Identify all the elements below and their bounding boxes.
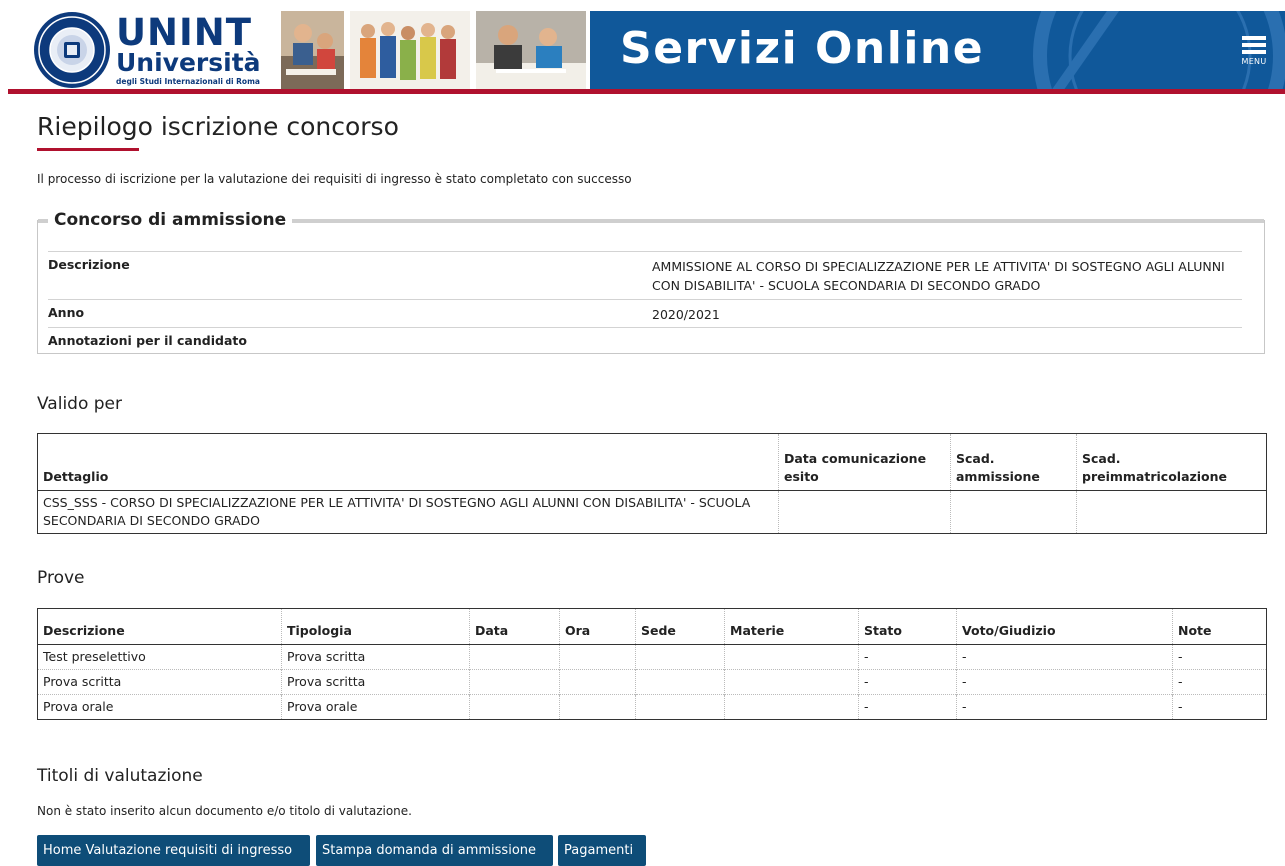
table-cell: Prova orale (37, 694, 282, 720)
title-underline (37, 148, 139, 151)
home-valutazione-button[interactable]: Home Valutazione requisiti di ingresso (37, 835, 310, 866)
table-cell: - (1172, 694, 1267, 720)
students-photo-3 (476, 11, 586, 89)
students-photo-2 (350, 11, 470, 89)
table-cell (724, 694, 859, 720)
table-cell: - (956, 669, 1173, 695)
table-cell (1076, 490, 1267, 534)
table-cell (724, 644, 859, 670)
detail-row-anno: Anno 2020/2021 (48, 299, 1242, 328)
table-row: Prova scritta Prova scritta - - - (37, 669, 1267, 695)
detail-value: AMMISSIONE AL CORSO DI SPECIALIZZAZIONE … (652, 259, 1225, 293)
table-cell: - (1172, 644, 1267, 670)
table-cell: Prova scritta (281, 644, 470, 670)
table-row: Test preselettivo Prova scritta - - - (37, 644, 1267, 670)
stampa-domanda-button[interactable]: Stampa domanda di ammissione (316, 835, 553, 866)
column-header: Materie (724, 608, 859, 645)
table-cell (559, 669, 636, 695)
detail-label: Anno (48, 305, 85, 320)
table-cell (724, 669, 859, 695)
prove-table: Descrizione Tipologia Data Ora Sede Mate… (37, 608, 1267, 720)
column-header: Ora (559, 608, 636, 645)
column-header: Data comunicazione esito (778, 433, 951, 491)
detail-label: Annotazioni per il candidato (48, 333, 247, 348)
empty-titoli-message: Non è stato inserito alcun documento e/o… (37, 804, 412, 818)
table-cell: - (956, 694, 1173, 720)
table-cell: - (858, 669, 957, 695)
column-header: Dettaglio (37, 433, 779, 491)
table-cell: - (956, 644, 1173, 670)
banner-title: Servizi Online (620, 23, 985, 74)
table-cell (635, 694, 725, 720)
table-cell: CSS_SSS - CORSO DI SPECIALIZZAZIONE PER … (37, 490, 779, 534)
table-cell: Prova orale (281, 694, 470, 720)
brand-subtitle: Università (116, 48, 261, 77)
valido-per-table: Dettaglio Data comunicazione esito Scad.… (37, 433, 1267, 534)
table-cell: Prova scritta (281, 669, 470, 695)
page-title: Riepilogo iscrizione concorso (37, 112, 399, 141)
table-cell (635, 669, 725, 695)
table-cell: - (858, 644, 957, 670)
table-cell (559, 694, 636, 720)
column-header: Scad. ammissione (950, 433, 1077, 491)
unint-logo[interactable]: UNINT Università degli Studi Internazion… (33, 11, 273, 89)
section-title-prove: Prove (37, 568, 85, 588)
table-row: Prova orale Prova orale - - - (37, 694, 1267, 720)
header-accent-line (8, 89, 1285, 94)
table-row: CSS_SSS - CORSO DI SPECIALIZZAZIONE PER … (37, 490, 1267, 534)
concorso-fieldset: Concorso di ammissione Descrizione AMMIS… (37, 206, 1265, 354)
detail-value: 2020/2021 (652, 307, 720, 322)
column-header: Tipologia (281, 608, 470, 645)
site-header: UNINT Università degli Studi Internazion… (0, 0, 1285, 96)
column-header: Stato (858, 608, 957, 645)
table-cell (469, 669, 560, 695)
column-header: Descrizione (37, 608, 282, 645)
brand-name: UNINT (116, 11, 252, 54)
table-cell (635, 644, 725, 670)
university-seal-icon (34, 12, 110, 88)
detail-row-descrizione: Descrizione AMMISSIONE AL CORSO DI SPECI… (48, 251, 1242, 300)
table-header-row: Dettaglio Data comunicazione esito Scad.… (37, 433, 1267, 491)
detail-label: Descrizione (48, 257, 130, 272)
fieldset-legend: Concorso di ammissione (48, 206, 293, 234)
column-header: Data (469, 608, 560, 645)
pagamenti-button[interactable]: Pagamenti (558, 835, 646, 866)
column-header: Scad. preimmatricolazione (1076, 433, 1267, 491)
menu-button[interactable]: MENU (1239, 36, 1269, 80)
hamburger-icon-bar (1242, 43, 1266, 47)
table-cell: - (1172, 669, 1267, 695)
brand-tagline: degli Studi Internazionali di Roma (116, 77, 260, 86)
table-cell: Test preselettivo (37, 644, 282, 670)
hamburger-icon (1242, 36, 1266, 40)
success-message: Il processo di iscrizione per la valutaz… (37, 172, 632, 186)
table-header-row: Descrizione Tipologia Data Ora Sede Mate… (37, 608, 1267, 645)
column-header: Note (1172, 608, 1267, 645)
banner: Servizi Online MENU (590, 11, 1285, 89)
students-photo-1 (281, 11, 344, 89)
table-cell (950, 490, 1077, 534)
menu-label: MENU (1241, 57, 1267, 66)
detail-row-annotazioni: Annotazioni per il candidato (48, 327, 1242, 352)
table-cell (469, 644, 560, 670)
section-title-titoli: Titoli di valutazione (37, 766, 203, 786)
section-title-valido-per: Valido per (37, 394, 123, 414)
table-cell (778, 490, 951, 534)
hamburger-icon-bar (1242, 50, 1266, 54)
table-cell: Prova scritta (37, 669, 282, 695)
column-header: Voto/Giudizio (956, 608, 1173, 645)
column-header: Sede (635, 608, 725, 645)
table-cell (559, 644, 636, 670)
table-cell (469, 694, 560, 720)
table-cell: - (858, 694, 957, 720)
